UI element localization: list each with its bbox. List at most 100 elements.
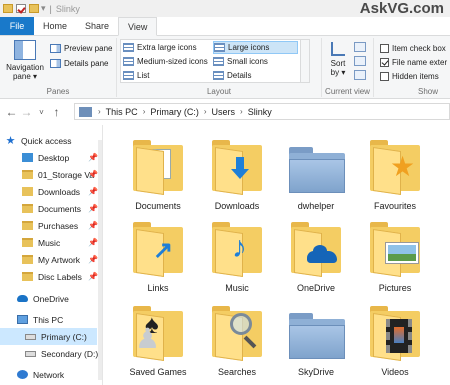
breadcrumb-separator-icon[interactable]: ›	[201, 107, 210, 116]
nav-scrollbar[interactable]	[97, 140, 102, 380]
current-view-group-label: Current view	[325, 87, 370, 96]
item-check-boxes-option[interactable]: Item check box	[380, 42, 446, 55]
star-icon: ★	[5, 135, 16, 147]
up-arrow-icon[interactable]: ↑	[49, 105, 64, 119]
item-label: Documents	[135, 201, 181, 211]
folder-videos[interactable]: Videos	[356, 295, 434, 381]
hidden-items-option[interactable]: Hidden items	[380, 70, 439, 83]
back-arrow-icon[interactable]: ←	[4, 105, 19, 119]
nav-item-label: Disc Labels	[38, 271, 82, 282]
nav-item-purchases[interactable]: Purchases 📌	[0, 217, 102, 234]
item-check-boxes-checkbox[interactable]	[380, 44, 389, 53]
nav-item-disc-labels[interactable]: Disc Labels 📌	[0, 268, 102, 285]
item-label: dwhelper	[297, 201, 335, 211]
new-folder-icon[interactable]	[29, 4, 39, 13]
tab-home[interactable]: Home	[34, 17, 76, 35]
folder-pictures[interactable]: Pictures	[356, 211, 434, 297]
title-separator: |	[49, 3, 52, 14]
file-name-extensions-checkbox[interactable]	[380, 58, 389, 67]
panes-group: Navigation pane ▾ Preview pane Details p…	[0, 38, 117, 97]
folder-skydrive[interactable]: SkyDrive	[277, 295, 355, 381]
folder-music[interactable]: ♪ Music	[198, 211, 276, 297]
links-folder-icon: ↗	[131, 217, 185, 277]
sort-by-button[interactable]: Sort by ▾	[327, 42, 349, 77]
preview-pane-icon	[50, 44, 61, 53]
nav-item-my-artwork[interactable]: My Artwork 📌	[0, 251, 102, 268]
folder-icon	[289, 301, 345, 361]
item-label: Music	[225, 283, 249, 293]
sort-icon	[331, 42, 345, 56]
downloads-folder-icon	[210, 135, 264, 195]
nav-quick-access[interactable]: ★ Quick access	[5, 132, 102, 149]
recent-locations-icon[interactable]: ˅	[34, 108, 49, 117]
window-title: Slinky	[55, 3, 80, 14]
folder-searches[interactable]: Searches	[198, 295, 276, 381]
address-bar[interactable]: › This PC › Primary (C:) › Users › Slink…	[74, 103, 450, 120]
breadcrumb-primary[interactable]: Primary (C:)	[148, 107, 201, 117]
extra-large-icons-button[interactable]: Extra large icons	[123, 41, 197, 54]
medium-icons-button[interactable]: Medium-sized icons	[123, 55, 208, 68]
nav-drive-secondary[interactable]: Secondary (D:)	[0, 345, 102, 362]
tab-share[interactable]: Share	[76, 17, 118, 35]
properties-icon[interactable]	[16, 4, 26, 13]
large-icons-button[interactable]: Large icons	[213, 41, 298, 54]
breadcrumb-separator-icon[interactable]: ›	[95, 107, 104, 116]
preview-pane-button[interactable]: Preview pane	[50, 42, 112, 55]
tab-file[interactable]: File	[0, 17, 34, 35]
show-hide-group: Item check box File name exter Hidden it…	[374, 38, 450, 97]
nav-drive-primary[interactable]: Primary (C:)	[0, 328, 97, 345]
onedrive-cloud-icon	[17, 295, 28, 302]
documents-folder-icon	[22, 204, 33, 213]
qat-dropdown-icon[interactable]: ▾	[41, 3, 46, 14]
layout-scrollbar[interactable]	[300, 40, 309, 82]
sort-by-label-2: by ▾	[330, 68, 346, 77]
nav-this-pc[interactable]: This PC	[0, 311, 102, 328]
small-icons-button[interactable]: Small icons	[213, 55, 268, 68]
group-by-icon[interactable]	[354, 42, 366, 52]
breadcrumb-separator-icon[interactable]: ›	[140, 107, 149, 116]
navigation-pane-label: Navigation	[6, 63, 44, 72]
details-pane-button[interactable]: Details pane	[50, 57, 108, 70]
item-label: Pictures	[378, 283, 412, 293]
folder-onedrive[interactable]: OneDrive	[277, 211, 355, 297]
folder-saved-games[interactable]: ♠ ♟ Saved Games	[119, 295, 197, 381]
size-columns-icon[interactable]	[354, 70, 366, 80]
ribbon-tabs: File Home Share View	[0, 17, 450, 36]
nav-item-downloads[interactable]: Downloads 📌	[0, 183, 102, 200]
large-icons-label: Large icons	[228, 43, 270, 52]
this-pc-icon	[79, 106, 92, 117]
nav-item-music[interactable]: Music 📌	[0, 234, 102, 251]
tab-view[interactable]: View	[118, 17, 158, 36]
hidden-items-label: Hidden items	[392, 72, 439, 81]
nav-onedrive-label: OneDrive	[33, 293, 69, 304]
file-name-extensions-option[interactable]: File name exter	[380, 56, 447, 69]
details-icon	[213, 71, 224, 80]
nav-network[interactable]: Network	[0, 366, 102, 383]
address-row: ← → ˅ ↑ › This PC › Primary (C:) › Users…	[0, 99, 450, 125]
add-columns-icon[interactable]	[354, 56, 366, 66]
details-button[interactable]: Details	[213, 69, 251, 82]
navigation-pane-button[interactable]: Navigation pane ▾	[4, 40, 46, 81]
folder-downloads[interactable]: Downloads	[198, 129, 276, 215]
hidden-items-checkbox[interactable]	[380, 72, 389, 81]
breadcrumb-slinky[interactable]: Slinky	[246, 107, 274, 117]
breadcrumb-this-pc[interactable]: This PC	[104, 107, 140, 117]
saved-games-folder-icon: ♠ ♟	[131, 301, 185, 361]
sort-by-label: Sort	[330, 59, 346, 68]
searches-folder-icon	[210, 301, 264, 361]
file-list: A Documents Downloads dwhelper ★ Favouri…	[104, 125, 450, 385]
breadcrumb-users[interactable]: Users	[210, 107, 238, 117]
item-label: Videos	[381, 367, 409, 377]
nav-item-desktop[interactable]: Desktop 📌	[0, 149, 102, 166]
videos-folder-icon	[368, 301, 422, 361]
breadcrumb-separator-icon[interactable]: ›	[237, 107, 246, 116]
folder-documents[interactable]: A Documents	[119, 129, 197, 215]
nav-item-documents[interactable]: Documents 📌	[0, 200, 102, 217]
folder-favourites[interactable]: ★ Favourites	[356, 129, 434, 215]
nav-onedrive[interactable]: OneDrive	[0, 290, 102, 307]
folder-dwhelper[interactable]: dwhelper	[277, 129, 355, 215]
folder-links[interactable]: ↗ Links	[119, 211, 197, 297]
list-button[interactable]: List	[123, 69, 149, 82]
forward-arrow-icon[interactable]: →	[19, 105, 34, 119]
nav-item-storage[interactable]: 01_Storage Va 📌	[0, 166, 102, 183]
